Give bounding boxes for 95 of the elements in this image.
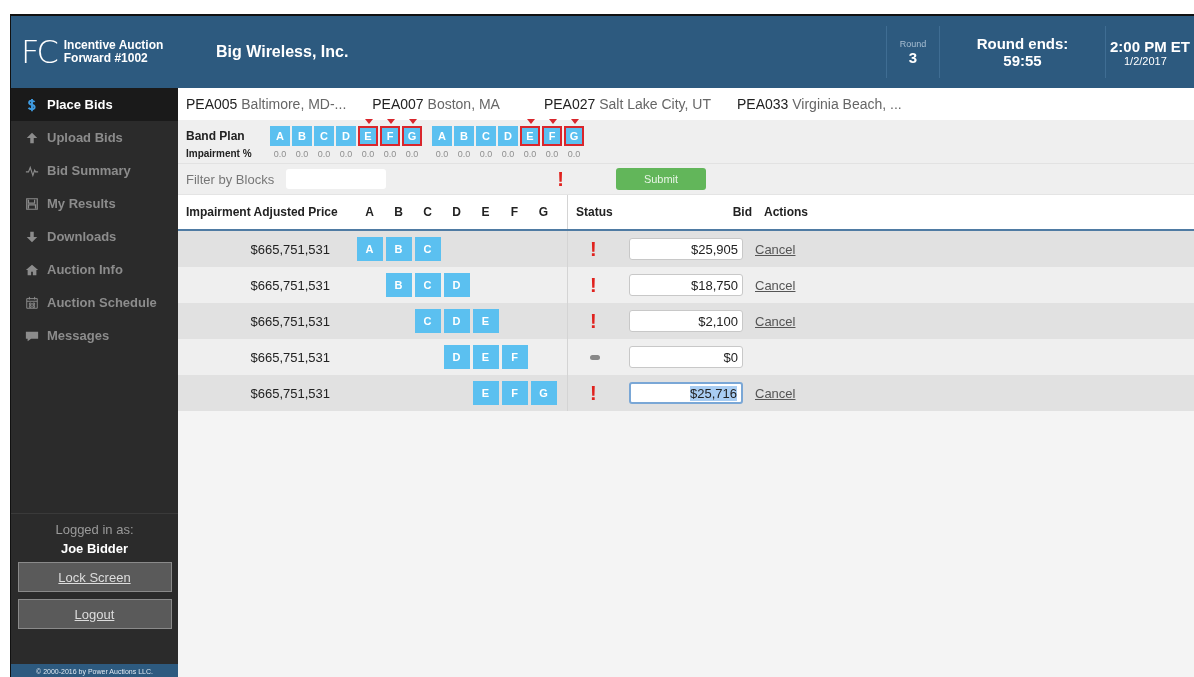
impairment-value: 0.0 [272, 148, 288, 159]
block-tag: C [414, 309, 441, 333]
pulse-icon [25, 163, 39, 178]
sidebar-item[interactable]: Upload Bids [11, 121, 178, 154]
calendar-icon [25, 295, 39, 310]
block-tag: D [443, 345, 470, 369]
dash-icon [590, 354, 600, 360]
down-arrow-icon [25, 229, 39, 244]
impairment-value: 0.0 [478, 148, 494, 159]
block-tag: E [472, 345, 499, 369]
bidder-name: Big Wireless, Inc. [216, 43, 350, 61]
submit-button[interactable]: Submit [616, 168, 706, 190]
block-tag: E [472, 381, 499, 405]
area-tab[interactable]: PEA005 Baltimore, MD-... [186, 96, 347, 112]
impairment-value: 0.0 [566, 148, 582, 159]
column-header: Actions [763, 205, 808, 219]
price-cell-text: $665,751,531 [249, 313, 331, 329]
block-tag: A [356, 237, 383, 261]
impairment-value: 0.0 [434, 148, 450, 159]
price-cell-text: $665,751,531 [249, 241, 331, 257]
block-tag: E [472, 309, 499, 333]
bid-field[interactable]: $2,100 [629, 310, 743, 332]
sidebar-item[interactable]: Downloads [11, 220, 178, 253]
block-tag: B [385, 237, 412, 261]
column-header: B [393, 205, 404, 219]
impairment-value: 0.0 [360, 148, 376, 159]
warning-mark: ! [590, 383, 597, 403]
block-tag: D [443, 309, 470, 333]
impairment-label: Impairment % [186, 148, 253, 159]
bid-field[interactable]: $0 [629, 346, 743, 368]
round-label: Round [899, 38, 927, 49]
round-ends-label: Round ends: [976, 35, 1069, 52]
sidebar-item[interactable]: Bid Summary [11, 154, 178, 187]
end-time: 2:00 PM ET [1110, 37, 1191, 55]
block-tag: D [443, 273, 470, 297]
warning-mark: ! [557, 169, 564, 189]
impairment-value: 0.0 [338, 148, 354, 159]
end-date: 1/2/2017 [1123, 54, 1167, 67]
sidebar-item[interactable]: Place Bids [11, 88, 178, 121]
block-tag: B [385, 273, 412, 297]
column-header: A [364, 205, 375, 219]
price-cell-text: $665,751,531 [249, 349, 331, 365]
home-icon [25, 262, 39, 277]
cancel-link[interactable]: Cancel [755, 386, 796, 401]
user-name: Joe Bidder [60, 541, 129, 556]
sidebar-item[interactable]: Messages [11, 319, 178, 352]
logo: FC [21, 33, 56, 71]
countdown: 59:55 [1003, 52, 1042, 69]
sidebar-item[interactable]: Auction Info [11, 253, 178, 286]
column-header: G [537, 205, 550, 219]
column-header: Impairment Adjusted Price [185, 205, 339, 219]
warning-mark: ! [590, 239, 597, 259]
column-header: E [480, 205, 491, 219]
block-tag: F [501, 381, 528, 405]
bid-field[interactable]: $25,716 [629, 382, 743, 404]
block-tag: C [414, 237, 441, 261]
bid-field[interactable]: $25,905 [629, 238, 743, 260]
impairment-value: 0.0 [294, 148, 310, 159]
impairment-value: 0.0 [316, 148, 332, 159]
impairment-value: 0.0 [544, 148, 560, 159]
block-tag: G [530, 381, 557, 405]
band-plan-label: Band Plan [186, 129, 246, 143]
logged-in-label: Logged in as: [55, 522, 134, 537]
sidebar-item[interactable]: Auction Schedule [11, 286, 178, 319]
price-cell-text: $665,751,531 [249, 277, 331, 293]
impairment-value: 0.0 [500, 148, 516, 159]
column-header: D [451, 205, 462, 219]
impairment-value: 0.0 [382, 148, 398, 159]
up-arrow-icon [25, 130, 39, 145]
impairment-value: 0.0 [404, 148, 420, 159]
auction-name: Incentive Auction [63, 39, 164, 52]
lock-screen-button[interactable]: Lock Screen [17, 562, 172, 592]
impairment-value: 0.0 [456, 148, 472, 159]
cancel-link[interactable]: Cancel [755, 242, 796, 257]
warning-mark: ! [590, 311, 597, 331]
price-cell-text: $665,751,531 [249, 385, 331, 401]
auction-id: Forward #1002 [63, 52, 149, 65]
column-header: Status [567, 195, 632, 229]
filter-label: Filter by Blocks [186, 171, 276, 187]
bid-field[interactable]: $18,750 [629, 274, 743, 296]
block-tag: F [501, 345, 528, 369]
cancel-link[interactable]: Cancel [755, 278, 796, 293]
area-tab[interactable]: PEA033 Virginia Beach, ... [736, 96, 902, 112]
area-tab[interactable]: PEA007 Boston, MA [372, 96, 500, 112]
area-tab[interactable]: PEA027 Salt Lake City, UT [543, 96, 711, 112]
round-number: 3 [908, 48, 918, 66]
column-header: Bid [731, 205, 752, 219]
logout-button[interactable]: Logout [17, 599, 172, 629]
column-header: C [422, 205, 433, 219]
block-tag: C [414, 273, 441, 297]
cancel-link[interactable]: Cancel [755, 314, 796, 329]
column-header: F [509, 205, 520, 219]
warning-mark: ! [590, 275, 597, 295]
sidebar-item[interactable]: My Results [11, 187, 178, 220]
impairment-value: 0.0 [522, 148, 538, 159]
